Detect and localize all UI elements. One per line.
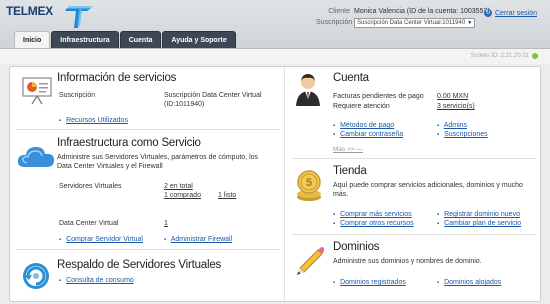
subscription-label: Suscripción — [316, 19, 353, 26]
backup-section: Respaldo de Servidores Virtuales — [57, 259, 282, 271]
client-info: Cliente Monica Valencia (ID de la cuenta… — [316, 6, 490, 28]
logout-label[interactable]: Cerrar sesión — [495, 10, 537, 17]
divider — [16, 129, 280, 130]
cloud-icon — [17, 147, 54, 167]
password-item[interactable]: Cambiar contraseña — [333, 130, 403, 140]
hosted-domains-item[interactable]: Dominios alojados — [437, 278, 501, 288]
subscriptions-item[interactable]: Suscripciones — [437, 130, 488, 140]
attention-label: Requiere atención — [333, 103, 390, 110]
info-subscription-label: Suscripción — [59, 92, 96, 99]
servers-total-link[interactable]: 2 en total — [164, 182, 193, 191]
top-bar: TELMEX Cliente Monica Valencia (ID de la… — [0, 0, 550, 48]
buy-resources-link[interactable]: Comprar otros recursos — [340, 220, 414, 227]
consumption-link[interactable]: Consulta de consumo — [66, 277, 134, 284]
change-plan-link[interactable]: Cambiar plan de servicio — [444, 220, 521, 227]
main-tabs: Inicio Infraestructura Cuenta Ayuda y So… — [14, 31, 236, 48]
backup-globe-icon — [23, 263, 49, 289]
sub-bar: Screen ID: 2.21.20.01 — [0, 48, 550, 64]
client-value: Monica Valencia (ID de la cuenta: 100355… — [354, 8, 490, 15]
tab-infraestructura[interactable]: Infraestructura — [51, 31, 119, 48]
pending-label: Facturas pendientes de pago — [333, 93, 424, 100]
tab-inicio[interactable]: Inicio — [14, 31, 51, 48]
presentation-board-icon — [22, 77, 52, 105]
client-label: Cliente — [328, 8, 350, 15]
divider — [16, 249, 280, 250]
telmex-logo-icon — [65, 6, 93, 28]
pending-value-link[interactable]: 0.00 MXN — [437, 92, 468, 101]
divider — [292, 158, 536, 159]
admins-link[interactable]: Admins — [444, 122, 467, 129]
buy-server-item[interactable]: Comprar Servidor Virtual — [59, 235, 143, 245]
store-section: Tienda Aquí puede comprar servicios adic… — [333, 165, 538, 199]
info-subscription-value-2: (ID:1011940) — [164, 101, 205, 108]
store-title: Tienda — [333, 165, 367, 177]
firewall-link[interactable]: Administrar Firewall — [171, 236, 232, 243]
screen-id: Screen ID: 2.21.20.01 — [471, 53, 538, 59]
domains-title: Dominios — [333, 241, 380, 253]
servers-ready-link[interactable]: 1 listo — [218, 191, 236, 200]
status-dot-icon — [532, 53, 538, 59]
chevron-down-icon: ▼ — [467, 19, 473, 26]
user-account-icon — [296, 74, 320, 106]
buy-services-link[interactable]: Comprar más servicios — [340, 211, 412, 218]
svg-text:5: 5 — [306, 177, 312, 189]
domains-description: Administre sus dominios y nombres de dom… — [333, 258, 482, 265]
pencil-icon — [297, 247, 324, 275]
info-subscription-value-1: Suscripción Data Center Virtual — [164, 92, 262, 99]
more-link[interactable]: Más >> — — [333, 145, 363, 154]
account-title: Cuenta — [333, 72, 369, 84]
backup-title: Respaldo de Servidores Virtuales — [57, 259, 222, 271]
consumption-item[interactable]: Consulta de consumo — [59, 276, 134, 286]
register-domain-link[interactable]: Registrar dominio nuevo — [444, 211, 520, 218]
logout-link[interactable]: ↻ Cerrar sesión — [484, 9, 537, 17]
left-column: Información de servicios Suscripción Sus… — [10, 67, 284, 301]
store-description: Aquí puede comprar servicios adicionales… — [333, 182, 523, 198]
logout-icon: ↻ — [484, 9, 492, 17]
dc-label: Data Center Virtual — [59, 220, 119, 227]
registered-domains-link[interactable]: Dominios registrados — [340, 279, 406, 286]
registered-domains-item[interactable]: Dominios registrados — [333, 278, 406, 288]
subscription-select-value: Suscripción Data Center Virtual:1011940 — [357, 19, 466, 26]
payment-methods-link[interactable]: Métodos de pago — [340, 122, 394, 129]
firewall-item[interactable]: Administrar Firewall — [164, 235, 232, 245]
tab-ayuda-soporte[interactable]: Ayuda y Soporte — [162, 31, 236, 48]
tab-cuenta[interactable]: Cuenta — [119, 31, 162, 48]
main-panel: Información de servicios Suscripción Sus… — [9, 66, 541, 302]
column-divider — [284, 67, 285, 301]
info-section: Información de servicios — [57, 72, 277, 84]
divider — [292, 234, 536, 235]
hosted-domains-link[interactable]: Dominios alojados — [444, 279, 501, 286]
right-column: Cuenta Facturas pendientes de pago 0.00 … — [286, 67, 542, 301]
subscriptions-link[interactable]: Suscripciones — [444, 131, 488, 138]
resources-link[interactable]: Recursos Utilizados — [66, 117, 128, 124]
account-section: Cuenta — [333, 72, 533, 84]
coins-icon: 5 — [297, 170, 321, 201]
iaas-description: Administre sus Servidores Virtuales, par… — [57, 154, 259, 170]
iaas-section: Infraestructura como Servicio Administre… — [57, 137, 282, 171]
dc-value-link[interactable]: 1 — [164, 219, 168, 228]
brand-logo: TELMEX — [6, 4, 53, 18]
attention-value-link[interactable]: 3 servicio(s) — [437, 102, 475, 111]
info-title: Información de servicios — [57, 72, 177, 84]
servers-label: Servidores Virtuales — [59, 183, 122, 190]
buy-resources-item[interactable]: Comprar otros recursos — [333, 219, 414, 229]
change-plan-item[interactable]: Cambiar plan de servicio — [437, 219, 521, 229]
buy-server-link[interactable]: Comprar Servidor Virtual — [66, 236, 143, 243]
screen-id-label: Screen ID: 2.21.20.01 — [470, 53, 529, 59]
subscription-select[interactable]: Suscripción Data Center Virtual:1011940 … — [354, 17, 476, 28]
iaas-title: Infraestructura como Servicio — [57, 137, 201, 149]
domains-section: Dominios Administre sus dominios y nombr… — [333, 241, 538, 266]
change-password-link[interactable]: Cambiar contraseña — [340, 131, 403, 138]
resources-link-item[interactable]: Recursos Utilizados — [59, 116, 128, 126]
servers-bought-link[interactable]: 1 comprado — [164, 191, 201, 200]
